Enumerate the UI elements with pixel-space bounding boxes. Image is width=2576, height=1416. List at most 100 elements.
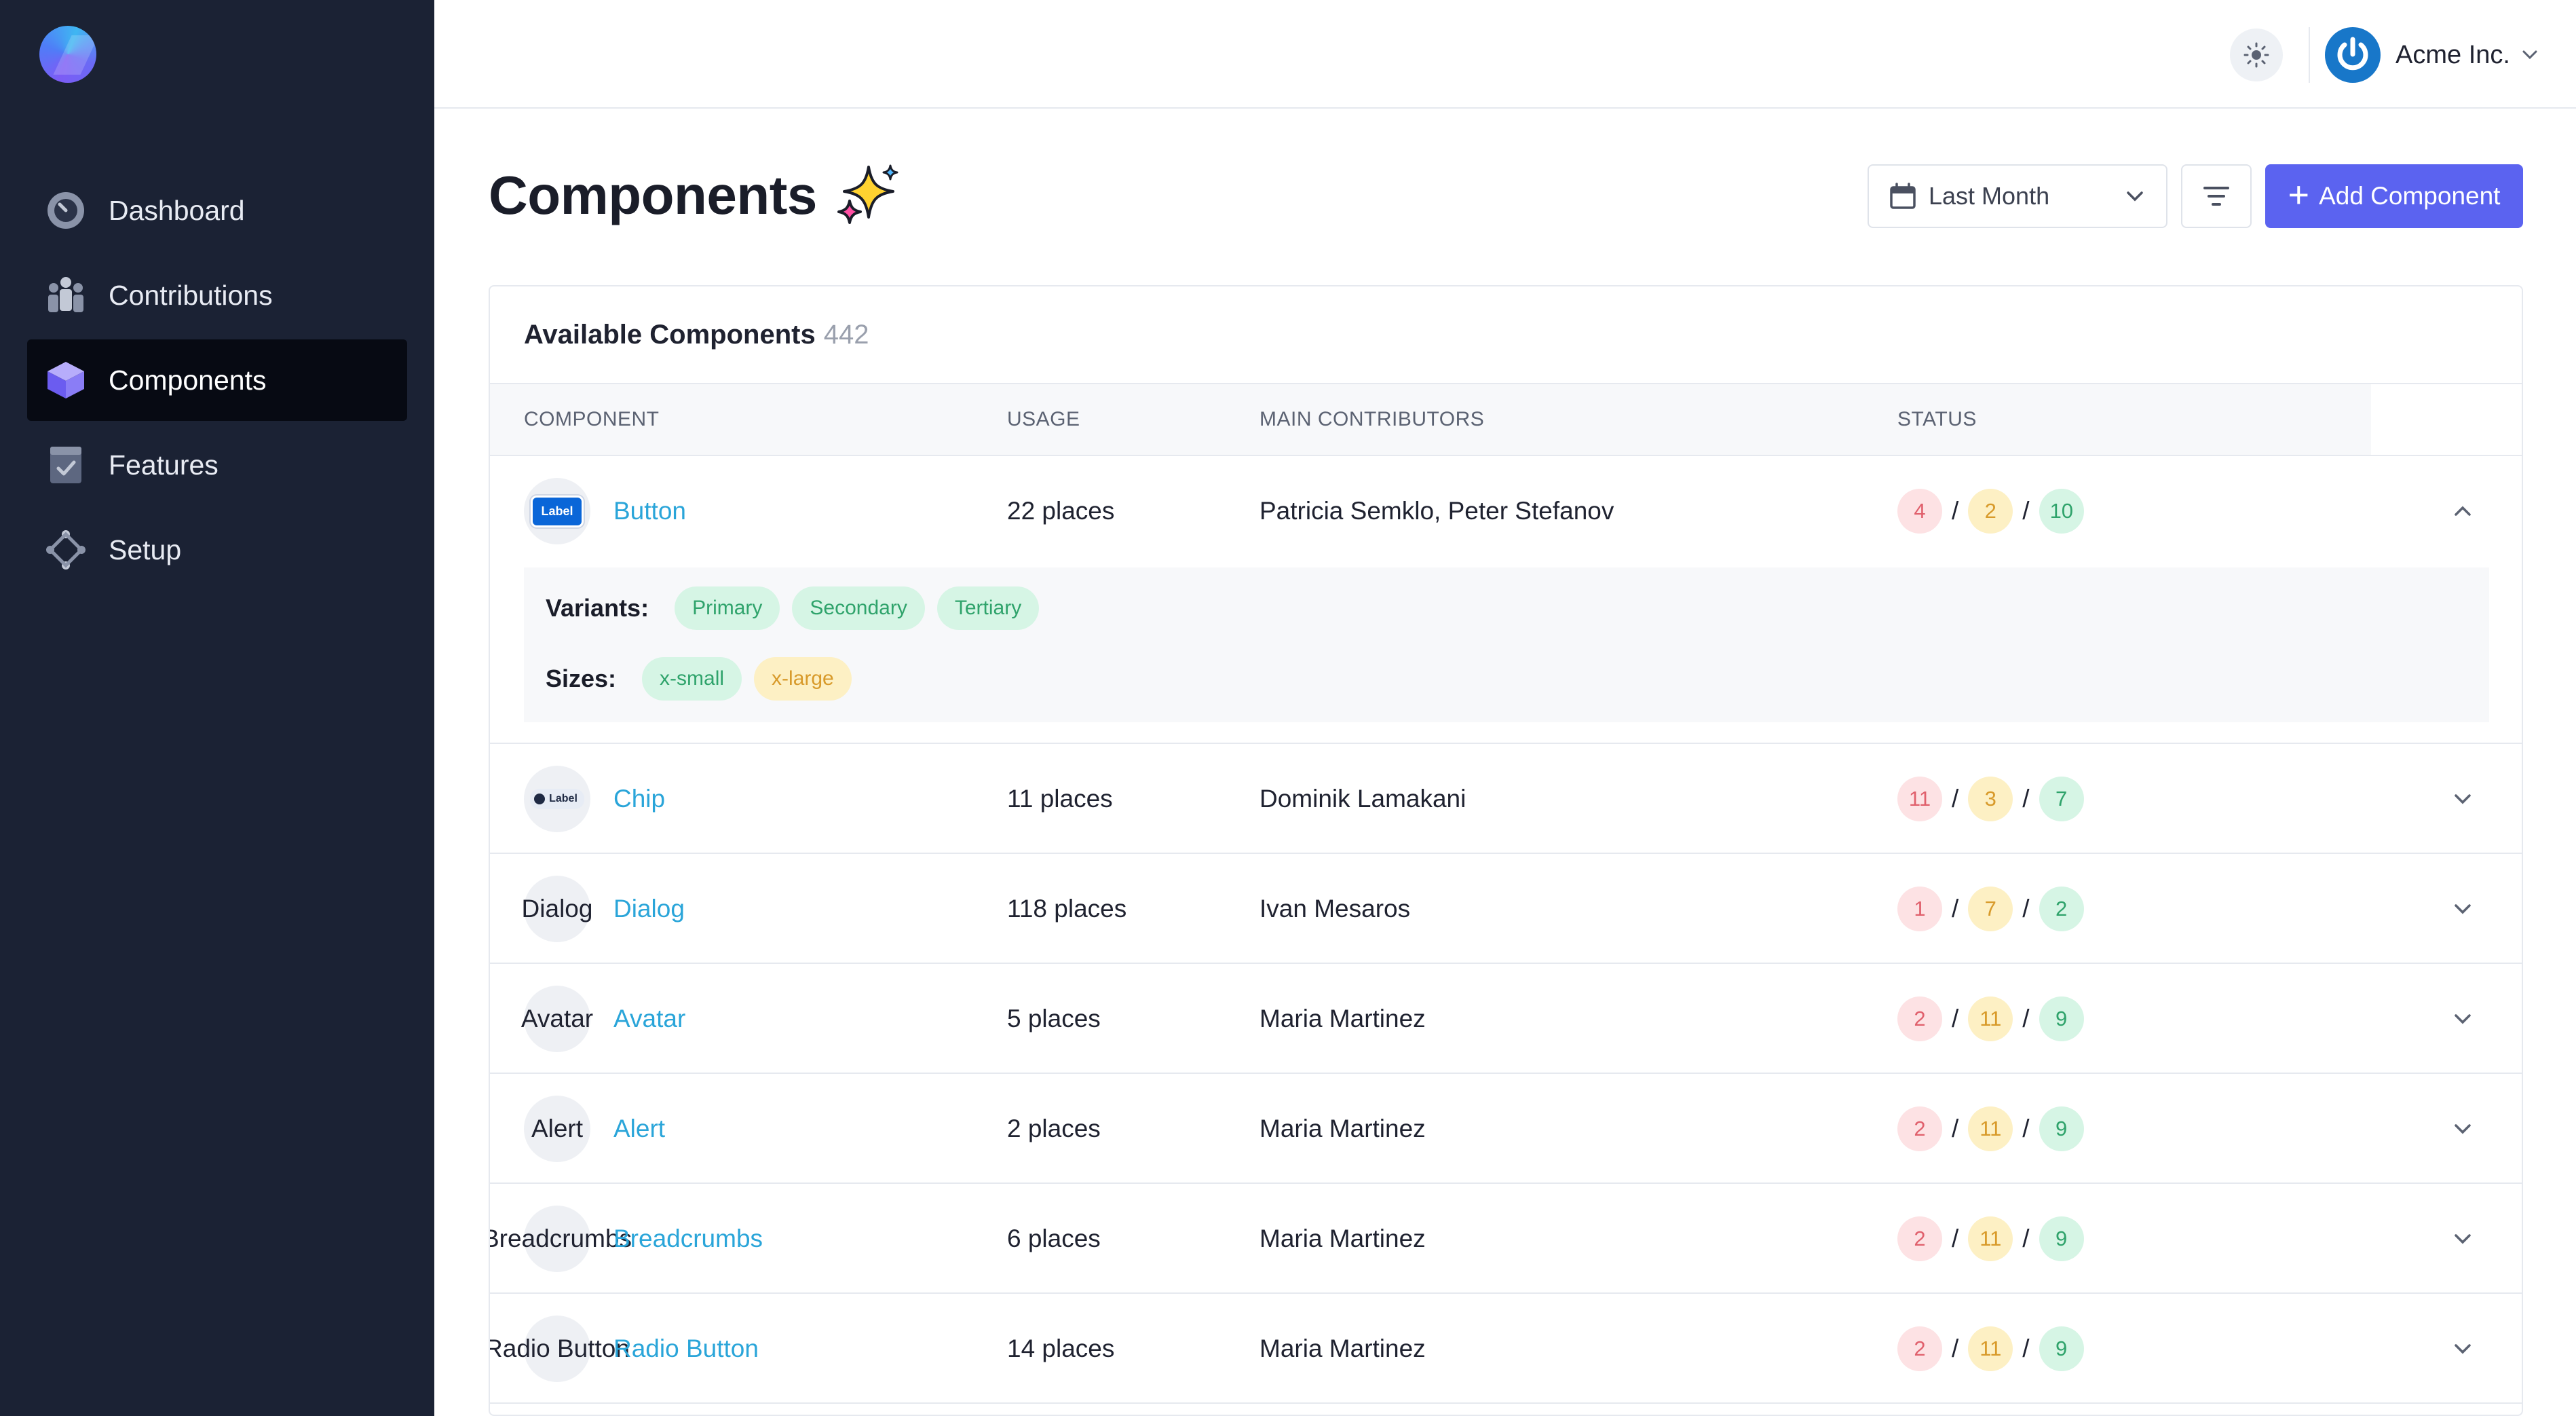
status-separator: / (1952, 1005, 1959, 1032)
status-badge-ok: 9 (2039, 1106, 2084, 1151)
dashboard-gauge-icon (45, 189, 87, 231)
table-row[interactable]: Dialog Dialog 118 places Ivan Mesaros 1 … (490, 854, 2522, 964)
account-avatar (2325, 27, 2381, 83)
component-name-link[interactable]: Avatar (613, 1005, 685, 1033)
variant-tag[interactable]: Secondary (792, 586, 925, 630)
table-row[interactable]: Radio Button Radio Button 14 places Mari… (490, 1294, 2522, 1404)
sidebar-item-setup[interactable]: Setup (27, 509, 407, 591)
add-component-button[interactable]: + Add Component (2265, 164, 2523, 228)
chevron-down-icon (2127, 191, 2143, 202)
sidebar-item-contributions[interactable]: Contributions (27, 255, 407, 336)
chip-preview-label: Label (549, 793, 577, 804)
contributors-cell: Maria Martinez (1259, 1335, 1426, 1362)
date-range-select[interactable]: Last Month (1868, 164, 2167, 228)
component-thumbnail-text: Dialog (521, 895, 593, 923)
status-cell: 2 / 11 / 9 (1897, 964, 2084, 1074)
card-title: Available Components (524, 319, 816, 350)
theme-toggle-button[interactable] (2230, 29, 2283, 81)
component-name-link[interactable]: Dialog (613, 895, 685, 923)
component-name-link[interactable]: Alert (613, 1115, 665, 1143)
status-badge-errors: 1 (1897, 887, 1942, 931)
component-name-cell: Alert (613, 1074, 665, 1184)
contributors-cell: Patricia Semklo, Peter Stefanov (1259, 497, 1614, 525)
status-cell: 1 / 7 / 2 (1897, 854, 2084, 964)
column-header-status[interactable]: STATUS (1897, 408, 1977, 431)
status-cell: 2 / 11 / 9 (1897, 1184, 2084, 1294)
status-cell: 2 / 11 / 9 (1897, 1074, 2084, 1184)
size-tag[interactable]: x-large (754, 657, 852, 701)
component-name-cell: Chip (613, 744, 665, 854)
collapse-row-button[interactable] (2451, 456, 2474, 566)
contributors-cell: Maria Martinez (1259, 1115, 1426, 1142)
expand-row-button[interactable] (2451, 744, 2474, 854)
status-separator: / (1952, 497, 1959, 525)
sidebar-item-label: Components (109, 364, 267, 396)
component-name-cell: Dialog (613, 854, 685, 964)
status-badge-ok: 9 (2039, 1216, 2084, 1261)
component-name-link[interactable]: Breadcrumbs (613, 1225, 763, 1253)
usage-cell: 2 places (1007, 1115, 1101, 1142)
status-badge-errors: 2 (1897, 1326, 1942, 1371)
expand-row-button[interactable] (2451, 964, 2474, 1074)
chevron-down-icon (2455, 1234, 2471, 1244)
status-badge-ok: 9 (2039, 996, 2084, 1041)
usage-cell: 14 places (1007, 1335, 1115, 1362)
sidebar: Dashboard Contributions Components Featu… (0, 0, 434, 1416)
label-preview: Label (533, 497, 582, 525)
column-header-usage[interactable]: USAGE (1007, 408, 1080, 431)
status-separator: / (2022, 497, 2030, 525)
component-name-link[interactable]: Radio Button (613, 1335, 759, 1363)
status-separator: / (2022, 895, 2030, 923)
status-badge-errors: 4 (1897, 489, 1942, 534)
status-separator: / (2022, 785, 2030, 813)
table-row[interactable]: Label Chip 11 places Dominik Lamakani 11… (490, 744, 2522, 854)
component-thumbnail-text: Avatar (520, 1005, 594, 1032)
sidebar-item-label: Contributions (109, 279, 273, 311)
status-badge-ok: 7 (2039, 777, 2084, 821)
table-row[interactable]: Breadcrumbs Breadcrumbs 6 places Maria M… (490, 1184, 2522, 1294)
variant-tag[interactable]: Primary (675, 586, 780, 630)
account-name: Acme Inc. (2395, 40, 2510, 69)
brand-logo[interactable] (39, 26, 96, 83)
variant-tag[interactable]: Tertiary (936, 586, 1040, 630)
size-tag[interactable]: x-small (642, 657, 742, 701)
table-row[interactable]: Alert Alert 2 places Maria Martinez 2 / … (490, 1074, 2522, 1184)
status-separator: / (2022, 1335, 2030, 1362)
status-badge-warnings: 11 (1968, 996, 2013, 1041)
setup-diamond-icon (45, 529, 87, 571)
filter-icon (2203, 187, 2229, 206)
column-header-contributors[interactable]: MAIN CONTRIBUTORS (1259, 408, 1484, 431)
column-header-component[interactable]: COMPONENT (524, 408, 660, 431)
status-badge-warnings: 11 (1968, 1326, 2013, 1371)
component-thumbnail: Alert (524, 1096, 590, 1162)
component-name-cell: Radio Button (613, 1294, 759, 1404)
component-name-link[interactable]: Chip (613, 785, 665, 813)
component-thumbnail: Label (524, 766, 590, 832)
contributors-people-icon (45, 274, 87, 316)
table-row[interactable]: Label Button 22 places Patricia Semklo, … (490, 456, 2522, 744)
sizes-line: Sizes: x-small x-large (546, 657, 864, 701)
sidebar-item-dashboard[interactable]: Dashboard (27, 170, 407, 251)
filter-button[interactable] (2181, 164, 2252, 228)
component-details-panel: Variants: Primary Secondary Tertiary Siz… (524, 567, 2489, 722)
chevron-down-icon (2522, 50, 2537, 60)
expand-row-button[interactable] (2451, 1074, 2474, 1184)
table-row[interactable]: Avatar Avatar 5 places Maria Martinez 2 … (490, 964, 2522, 1074)
sizes-label: Sizes: (546, 665, 617, 692)
status-badge-ok: 10 (2039, 489, 2085, 534)
sidebar-item-components[interactable]: Components (27, 339, 407, 421)
sidebar-item-features[interactable]: Features (27, 424, 407, 506)
contributors-cell: Ivan Mesaros (1259, 895, 1411, 923)
component-thumbnail: Breadcrumbs (490, 1206, 632, 1272)
expand-row-button[interactable] (2451, 1184, 2474, 1294)
account-menu[interactable]: Acme Inc. (2325, 26, 2540, 84)
contributors-cell: Maria Martinez (1259, 1005, 1426, 1032)
expand-row-button[interactable] (2451, 1294, 2474, 1404)
component-name-link[interactable]: Button (613, 497, 686, 525)
expand-row-button[interactable] (2451, 854, 2474, 964)
components-table-card: Available Components 442 COMPONENT USAGE… (489, 285, 2523, 1416)
component-thumbnail-text: Breadcrumbs (489, 1225, 632, 1252)
usage-cell: 22 places (1007, 497, 1115, 525)
component-thumbnail: Avatar (520, 986, 594, 1052)
status-badge-warnings: 11 (1968, 1106, 2013, 1151)
